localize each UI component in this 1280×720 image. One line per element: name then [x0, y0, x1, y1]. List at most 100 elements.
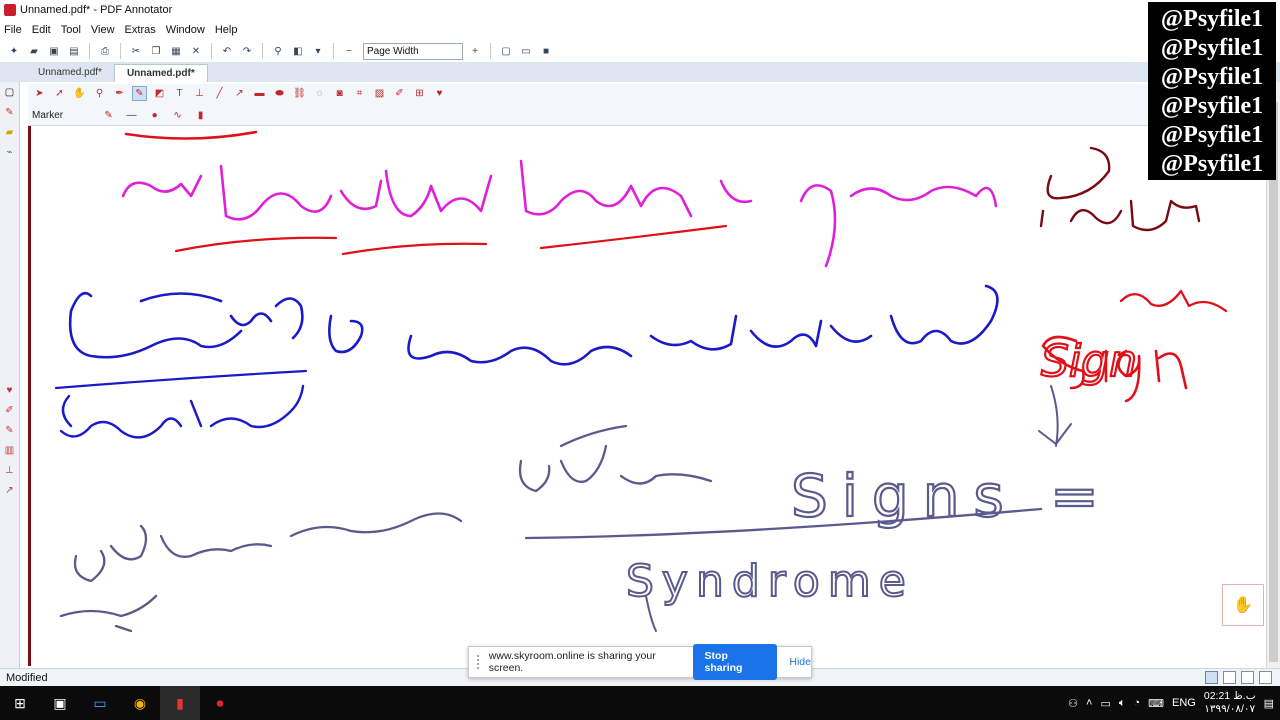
tab-unnamed-1[interactable]: Unnamed.pdf* [26, 64, 114, 82]
single-page-icon[interactable]: ▢ [498, 43, 514, 59]
annotation-toolbar: ➤ ➚ ✋ ⚲ ✒ ✎ ◩ T ⊥ ╱ ↗ ▬ ⬬ ⛓ ◌ ◙ ⌗ ▨ ✐ ⊞ … [28, 84, 1250, 126]
edit-tool-icon[interactable]: ✐ [392, 86, 407, 101]
menu-help[interactable]: Help [215, 24, 238, 36]
open-folder-icon[interactable]: ▰ [26, 43, 42, 59]
eraser-icon[interactable]: ◩ [152, 86, 167, 101]
stamp-icon[interactable]: ⊥ [4, 464, 16, 476]
menu-file[interactable]: File [4, 24, 22, 36]
volume-icon[interactable]: 🔈︎ [1119, 697, 1126, 710]
select-arrow-icon[interactable]: ➤ [32, 86, 47, 101]
notifications-icon[interactable]: ▤ [1264, 697, 1274, 710]
line-style-icon[interactable]: — [124, 108, 139, 123]
menu-view[interactable]: View [91, 24, 115, 36]
scrollbar-thumb[interactable] [1269, 102, 1278, 662]
copy-icon[interactable]: ❐ [148, 43, 164, 59]
delete-icon[interactable]: ✕ [188, 43, 204, 59]
pen-icon[interactable]: ✎ [4, 106, 16, 118]
new-document-icon[interactable]: ✦ [6, 43, 22, 59]
zoom-tool-icon[interactable]: ⚲ [92, 86, 107, 101]
two-page-continuous-view-icon[interactable] [1259, 671, 1272, 684]
rectangle-tool-icon[interactable]: ▬ [252, 86, 267, 101]
floating-hand-button[interactable]: ✋ [1222, 584, 1264, 626]
menu-extras[interactable]: Extras [125, 24, 156, 36]
network-icon[interactable]: ◔ [1133, 697, 1140, 709]
zoom-in-icon[interactable]: + [467, 43, 483, 59]
chart-icon[interactable]: ▥ [4, 444, 16, 456]
lasso-tool-icon[interactable]: ◌ [312, 86, 327, 101]
text-tool-icon[interactable]: T [172, 86, 187, 101]
drag-handle-icon[interactable] [477, 655, 483, 669]
find-icon[interactable]: ⚲ [270, 43, 286, 59]
select-text-icon[interactable]: ➚ [52, 86, 67, 101]
highlighter-icon[interactable]: ✐ [4, 404, 16, 416]
hand-tool-icon[interactable]: ✋ [72, 86, 87, 101]
save-icon[interactable]: ▣ [46, 43, 62, 59]
battery-icon[interactable]: ▭ [1100, 697, 1110, 710]
recorder-icon[interactable]: ⏺ [200, 686, 240, 720]
stamp-tool-icon[interactable]: ◧ [290, 43, 306, 59]
hide-button[interactable]: Hide [789, 656, 811, 668]
marker-icon[interactable]: ✎ [4, 424, 16, 436]
point-size-icon[interactable]: ● [147, 108, 162, 123]
page-icon[interactable]: ▢ [4, 86, 16, 98]
clock-time: 02:21 ب.ظ [1203, 690, 1256, 702]
page-width-icon[interactable]: ▭ [518, 43, 534, 59]
keyboard-icon[interactable]: ⌨ [1148, 697, 1164, 710]
menu-window[interactable]: Window [166, 24, 205, 36]
camera-tool-icon[interactable]: ◙ [332, 86, 347, 101]
menu-tool[interactable]: Tool [61, 24, 81, 36]
save-as-icon[interactable]: ▤ [66, 43, 82, 59]
computer-icon[interactable]: ▭ [80, 686, 120, 720]
favorites-icon[interactable]: ♥ [432, 86, 447, 101]
menu-edit[interactable]: Edit [32, 24, 51, 36]
blue-under-text [59, 384, 305, 439]
ellipse-tool-icon[interactable]: ⬬ [272, 86, 287, 101]
attachment-icon[interactable]: ⌁ [4, 146, 16, 158]
pin-icon[interactable]: ▮ [193, 108, 208, 123]
link-tool-icon[interactable]: ⛓ [292, 86, 307, 101]
system-tray: ⚇ ˄ ▭ 🔈︎ ◔ ⌨ ENG 02:21 ب.ظ ۱۳۹۹/۰۸/۰۷ ▤ [1068, 686, 1280, 720]
continuous-view-icon[interactable] [1223, 671, 1236, 684]
clock[interactable]: 02:21 ب.ظ ۱۳۹۹/۰۸/۰۷ [1204, 690, 1256, 716]
arrow-tool-icon[interactable]: ↗ [232, 86, 247, 101]
insert-tool-icon[interactable]: ⊞ [412, 86, 427, 101]
marker-color-icon[interactable]: ✎ [101, 108, 116, 123]
fullscreen-icon[interactable]: ■ [538, 43, 554, 59]
folder-icon[interactable]: ▰ [4, 126, 16, 138]
line-tool-icon[interactable]: ╱ [212, 86, 227, 101]
chrome-icon[interactable]: ◉ [120, 686, 160, 720]
annotation-tools-row: ➤ ➚ ✋ ⚲ ✒ ✎ ◩ T ⊥ ╱ ↗ ▬ ⬬ ⛓ ◌ ◙ ⌗ ▨ ✐ ⊞ … [32, 86, 447, 101]
pen-tool-icon[interactable]: ✒ [112, 86, 127, 101]
crop-tool-icon[interactable]: ⌗ [352, 86, 367, 101]
syndrome-word: Syndrome [626, 556, 914, 607]
stop-sharing-button[interactable]: Stop sharing [692, 644, 778, 680]
tab-unnamed-2[interactable]: Unnamed.pdf* [113, 64, 208, 82]
two-page-view-icon[interactable] [1241, 671, 1254, 684]
share-message: www.skyroom.online is sharing your scree… [488, 650, 656, 674]
smoothing-icon[interactable]: ∿ [170, 108, 185, 123]
image-tool-icon[interactable]: ▨ [372, 86, 387, 101]
watermark-line: @Psyfile1 [1160, 63, 1264, 90]
redo-icon[interactable]: ↷ [239, 43, 255, 59]
marker-tool-icon[interactable]: ✎ [132, 86, 147, 101]
favorite-icon[interactable]: ♥ [4, 384, 16, 396]
zoom-select[interactable]: Page Width [363, 42, 463, 60]
stamp-tool-icon[interactable]: ⊥ [192, 86, 207, 101]
arrow-icon[interactable]: ↗ [4, 484, 16, 496]
tray-overflow-icon[interactable]: ˄ [1086, 697, 1092, 709]
cut-icon[interactable]: ✂ [128, 43, 144, 59]
single-page-view-icon[interactable] [1205, 671, 1218, 684]
pdf-annotator-taskbar-icon[interactable]: ▮ [160, 686, 200, 720]
dropdown-arrow-icon[interactable]: ▾ [310, 43, 326, 59]
input-language[interactable]: ENG [1172, 697, 1196, 709]
paste-icon[interactable]: ▦ [168, 43, 184, 59]
task-view-icon[interactable]: ▣ [40, 686, 80, 720]
windows-start-icon[interactable]: ⊞ [0, 686, 40, 720]
signs-word: Signs = [791, 462, 1113, 530]
people-icon[interactable]: ⚇ [1068, 697, 1078, 710]
print-icon[interactable]: ⎙ [97, 43, 113, 59]
undo-icon[interactable]: ↶ [219, 43, 235, 59]
zoom-out-icon[interactable]: − [341, 43, 357, 59]
watermark-line: @Psyfile1 [1160, 150, 1264, 177]
pdf-annotator-logo-icon [4, 4, 16, 16]
